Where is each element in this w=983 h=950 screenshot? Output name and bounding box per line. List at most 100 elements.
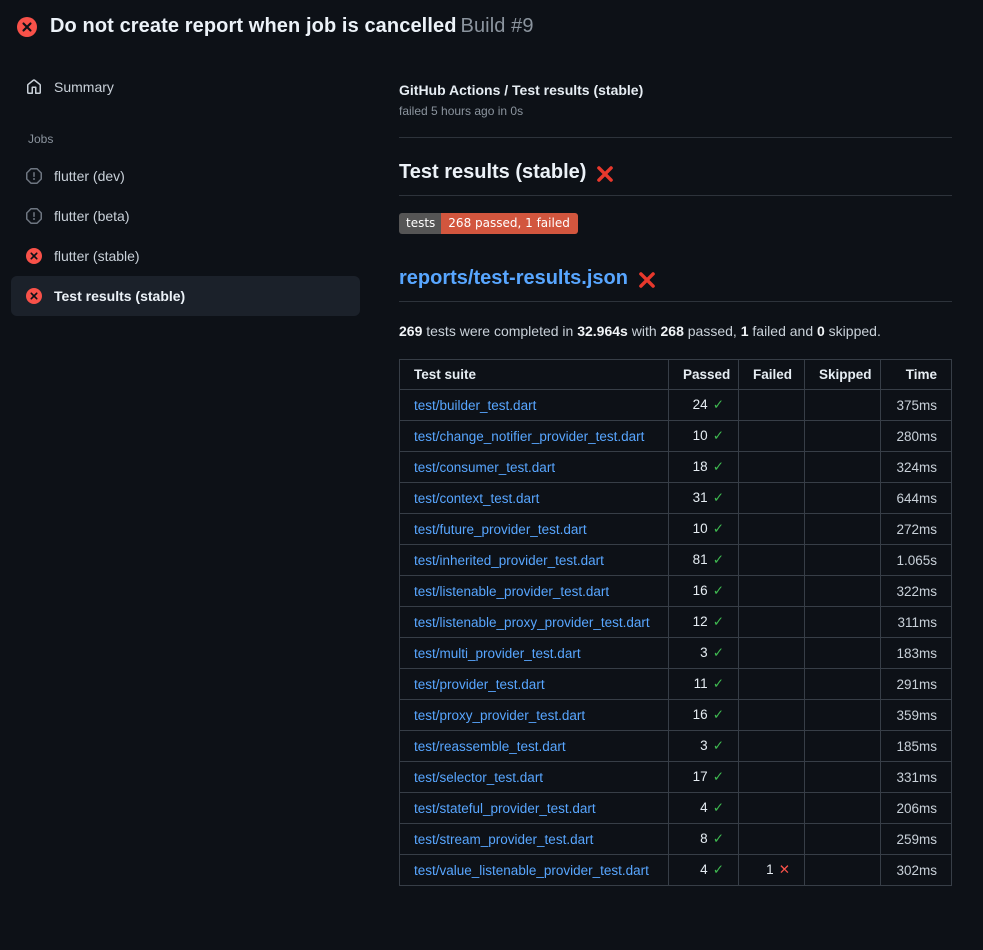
table-row: test/multi_provider_test.dart3✓183ms bbox=[400, 638, 952, 669]
cell-skipped bbox=[805, 824, 881, 855]
test-suite-link[interactable]: test/inherited_provider_test.dart bbox=[414, 553, 604, 568]
sidebar-item-label: flutter (stable) bbox=[54, 248, 140, 264]
count-value: 18 bbox=[693, 459, 708, 474]
x-circle-icon bbox=[26, 248, 42, 264]
table-body: test/builder_test.dart24✓375mstest/chang… bbox=[400, 390, 952, 886]
test-suite-link[interactable]: test/proxy_provider_test.dart bbox=[414, 708, 585, 723]
job-list: flutter (dev) flutter (beta) flutter (stab… bbox=[0, 156, 371, 316]
cell-failed bbox=[739, 669, 805, 700]
cell-passed: 18✓ bbox=[669, 452, 739, 483]
count-value: 10 bbox=[693, 521, 708, 536]
cell-test-suite: test/stream_provider_test.dart bbox=[400, 824, 669, 855]
cell-failed bbox=[739, 545, 805, 576]
test-suite-link[interactable]: test/consumer_test.dart bbox=[414, 460, 555, 475]
tests-summary-text: 269 tests were completed in 32.964s with… bbox=[399, 323, 952, 339]
cell-failed bbox=[739, 483, 805, 514]
summary-text: passed, bbox=[684, 323, 741, 339]
cell-failed bbox=[739, 576, 805, 607]
cell-passed: 8✓ bbox=[669, 824, 739, 855]
table-row: test/proxy_provider_test.dart16✓359ms bbox=[400, 700, 952, 731]
sidebar-item-test-results-stable[interactable]: Test results (stable) bbox=[11, 276, 360, 316]
check-icon: ✓ bbox=[713, 552, 724, 567]
summary-text: failed and bbox=[749, 323, 818, 339]
count-value: 17 bbox=[693, 769, 708, 784]
cell-failed: 1✕ bbox=[739, 855, 805, 886]
column-header-test-suite: Test suite bbox=[400, 360, 669, 390]
cell-skipped bbox=[805, 514, 881, 545]
cell-test-suite: test/stateful_provider_test.dart bbox=[400, 793, 669, 824]
summary-number: 1 bbox=[741, 323, 749, 339]
cell-time: 311ms bbox=[881, 607, 952, 638]
jobs-section-label: Jobs bbox=[28, 132, 371, 146]
section-title: Test results (stable) bbox=[399, 161, 586, 184]
test-suite-link[interactable]: test/listenable_proxy_provider_test.dart bbox=[414, 615, 650, 630]
report-heading: reports/test-results.json bbox=[399, 267, 952, 290]
cell-skipped bbox=[805, 483, 881, 514]
table-row: test/builder_test.dart24✓375ms bbox=[400, 390, 952, 421]
test-suite-link[interactable]: test/builder_test.dart bbox=[414, 398, 536, 413]
table-row: test/provider_test.dart11✓291ms bbox=[400, 669, 952, 700]
test-suite-link[interactable]: test/context_test.dart bbox=[414, 491, 539, 506]
cell-failed bbox=[739, 607, 805, 638]
sidebar-item-summary[interactable]: Summary bbox=[11, 68, 360, 106]
cell-passed: 17✓ bbox=[669, 762, 739, 793]
cell-skipped bbox=[805, 638, 881, 669]
table-row: test/consumer_test.dart18✓324ms bbox=[400, 452, 952, 483]
column-header-skipped: Skipped bbox=[805, 360, 881, 390]
sidebar-item-flutter-beta[interactable]: flutter (beta) bbox=[11, 196, 360, 236]
cell-test-suite: test/future_provider_test.dart bbox=[400, 514, 669, 545]
cell-time: 272ms bbox=[881, 514, 952, 545]
cell-failed bbox=[739, 390, 805, 421]
test-suite-link[interactable]: test/stream_provider_test.dart bbox=[414, 832, 593, 847]
test-suite-link[interactable]: test/stateful_provider_test.dart bbox=[414, 801, 596, 816]
cell-failed bbox=[739, 824, 805, 855]
cell-test-suite: test/context_test.dart bbox=[400, 483, 669, 514]
cell-failed bbox=[739, 731, 805, 762]
cell-time: 185ms bbox=[881, 731, 952, 762]
count-value: 10 bbox=[693, 428, 708, 443]
cell-skipped bbox=[805, 700, 881, 731]
test-suite-link[interactable]: test/listenable_provider_test.dart bbox=[414, 584, 609, 599]
count-value: 3 bbox=[700, 738, 708, 753]
table-row: test/listenable_proxy_provider_test.dart… bbox=[400, 607, 952, 638]
test-suite-link[interactable]: test/provider_test.dart bbox=[414, 677, 545, 692]
summary-number: 268 bbox=[661, 323, 684, 339]
cell-failed bbox=[739, 793, 805, 824]
test-suite-link[interactable]: test/value_listenable_provider_test.dart bbox=[414, 863, 649, 878]
check-icon: ✓ bbox=[713, 614, 724, 629]
cell-skipped bbox=[805, 452, 881, 483]
test-suite-link[interactable]: test/future_provider_test.dart bbox=[414, 522, 587, 537]
cell-skipped bbox=[805, 731, 881, 762]
cell-skipped bbox=[805, 669, 881, 700]
breadcrumb: GitHub Actions / Test results (stable) bbox=[399, 82, 952, 98]
cell-test-suite: test/selector_test.dart bbox=[400, 762, 669, 793]
divider bbox=[399, 195, 952, 196]
x-circle-icon bbox=[26, 288, 42, 304]
cell-test-suite: test/change_notifier_provider_test.dart bbox=[400, 421, 669, 452]
test-suite-link[interactable]: test/reassemble_test.dart bbox=[414, 739, 566, 754]
cell-time: 259ms bbox=[881, 824, 952, 855]
count-value: 8 bbox=[700, 831, 708, 846]
failed-x-icon bbox=[596, 165, 614, 183]
test-suite-link[interactable]: test/multi_provider_test.dart bbox=[414, 646, 581, 661]
count-value: 1 bbox=[766, 862, 774, 877]
cell-skipped bbox=[805, 421, 881, 452]
home-icon bbox=[26, 79, 42, 95]
build-number: Build #9 bbox=[461, 15, 534, 37]
test-suite-link[interactable]: test/change_notifier_provider_test.dart bbox=[414, 429, 644, 444]
cell-passed: 4✓ bbox=[669, 793, 739, 824]
cell-skipped bbox=[805, 793, 881, 824]
sidebar-item-flutter-dev[interactable]: flutter (dev) bbox=[11, 156, 360, 196]
test-results-table: Test suitePassedFailedSkippedTime test/b… bbox=[399, 359, 952, 886]
cell-time: 280ms bbox=[881, 421, 952, 452]
check-icon: ✓ bbox=[713, 862, 724, 877]
cell-skipped bbox=[805, 762, 881, 793]
count-value: 16 bbox=[693, 583, 708, 598]
sidebar-item-flutter-stable[interactable]: flutter (stable) bbox=[11, 236, 360, 276]
cell-skipped bbox=[805, 576, 881, 607]
cell-passed: 24✓ bbox=[669, 390, 739, 421]
stop-icon bbox=[26, 168, 42, 184]
report-file-link[interactable]: reports/test-results.json bbox=[399, 267, 628, 290]
test-suite-link[interactable]: test/selector_test.dart bbox=[414, 770, 543, 785]
sidebar-item-label: flutter (dev) bbox=[54, 168, 125, 184]
